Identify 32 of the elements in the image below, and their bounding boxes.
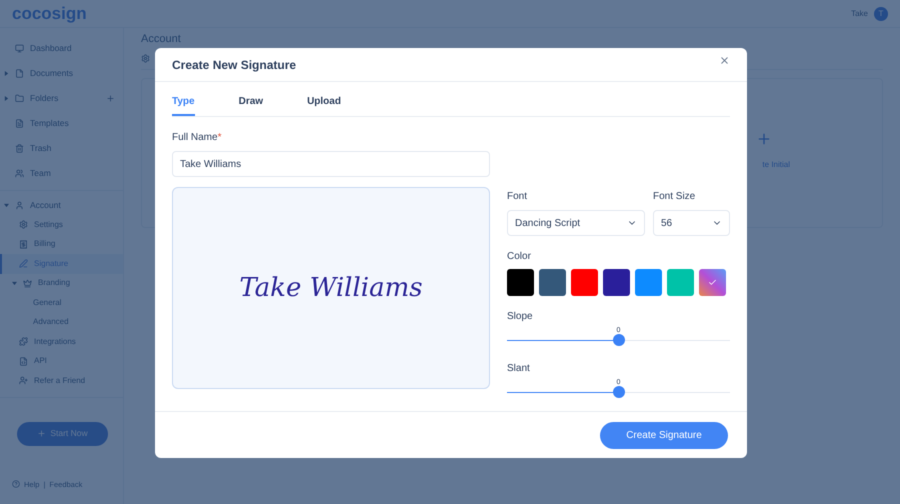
- color-label: Color: [507, 250, 532, 264]
- check-icon: [708, 278, 717, 287]
- full-name-input[interactable]: Take Williams: [172, 151, 490, 177]
- close-icon[interactable]: [719, 55, 730, 66]
- slider-thumb[interactable]: [612, 386, 624, 398]
- create-signature-button[interactable]: Create Signature: [600, 422, 728, 448]
- font-size-select[interactable]: 56: [653, 210, 730, 236]
- color-swatch[interactable]: [539, 269, 566, 296]
- font-size-label: Font Size: [653, 190, 696, 204]
- slider-label: Slant: [507, 362, 531, 376]
- color-swatch[interactable]: [571, 269, 598, 296]
- slider-label: Slope: [507, 310, 534, 324]
- slider-track[interactable]: [507, 334, 730, 347]
- color-swatch[interactable]: [635, 269, 662, 296]
- font-select[interactable]: Dancing Script: [507, 210, 645, 236]
- font-label: Font: [507, 190, 528, 204]
- user-name[interactable]: Take: [851, 8, 868, 20]
- color-swatch[interactable]: [603, 269, 630, 296]
- slider-thumb[interactable]: [612, 334, 624, 346]
- color-swatch[interactable]: [667, 269, 694, 296]
- required-mark: *: [218, 132, 222, 143]
- create-initial-link[interactable]: te Initial: [762, 158, 790, 170]
- tab[interactable]: Draw: [238, 94, 264, 116]
- slider-track[interactable]: [507, 386, 730, 399]
- color-swatch[interactable]: [699, 269, 726, 296]
- signature-text: Take Williams: [239, 272, 423, 304]
- tab[interactable]: Type: [172, 94, 195, 116]
- dialog-title: Create New Signature: [172, 56, 296, 74]
- field-label: Full Name: [172, 132, 218, 143]
- page-title: Account: [141, 32, 182, 47]
- tab[interactable]: Upload: [307, 94, 341, 116]
- color-swatch[interactable]: [507, 269, 534, 296]
